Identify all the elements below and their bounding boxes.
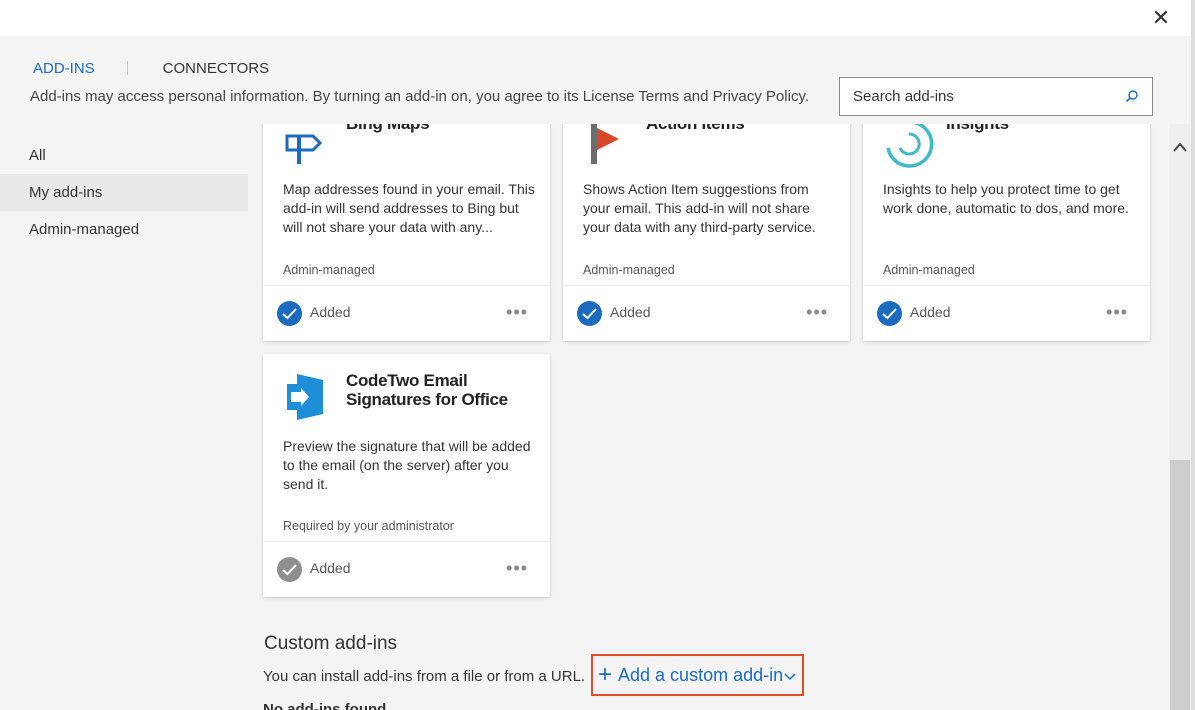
insights-icon	[886, 124, 934, 168]
chevron-down-icon	[784, 672, 796, 680]
addin-meta: Admin-managed	[583, 263, 675, 277]
sidebar-item-admin-managed[interactable]: Admin-managed	[0, 211, 248, 248]
add-custom-add-in-label: Add a custom add-in	[618, 664, 784, 685]
search-input[interactable]	[840, 78, 1110, 115]
addin-card-bing-maps[interactable]: Bing Maps Map addresses found in your em…	[263, 124, 550, 341]
more-options-icon[interactable]: •••	[506, 302, 528, 323]
more-options-icon[interactable]: •••	[506, 558, 528, 579]
addin-card-codetwo[interactable]: CodeTwo Email Signatures for Office Prev…	[263, 354, 550, 597]
search-box[interactable]	[839, 77, 1153, 116]
sidebar: All My add-ins Admin-managed	[0, 137, 248, 248]
addin-meta: Required by your administrator	[283, 519, 454, 533]
addin-title: CodeTwo Email Signatures for Office	[346, 371, 508, 409]
title-bar: ✕	[0, 0, 1195, 36]
added-check-toggle[interactable]	[577, 301, 602, 326]
no-add-ins-message: No add-ins found	[263, 701, 387, 710]
checkmark-icon	[882, 308, 897, 320]
close-button[interactable]: ✕	[1149, 6, 1173, 30]
scrollbar[interactable]	[1169, 124, 1191, 710]
custom-add-ins-description: You can install add-ins from a file or f…	[263, 668, 586, 685]
added-check-toggle[interactable]	[877, 301, 902, 326]
flag-icon	[591, 124, 619, 164]
addin-card-action-items[interactable]: Action Items Shows Action Item suggestio…	[563, 124, 850, 341]
addin-title-line1: CodeTwo Email	[346, 371, 468, 390]
plus-icon: +	[598, 661, 613, 688]
addin-card-insights[interactable]: Insights Insights to help you protect ti…	[863, 124, 1150, 341]
checkmark-icon	[282, 308, 297, 320]
addin-description: Map addresses found in your email. This …	[283, 181, 535, 235]
tab-connectors[interactable]: CONNECTORS	[163, 60, 269, 77]
addin-footer: Added •••	[563, 285, 850, 341]
added-check-toggle[interactable]	[277, 557, 302, 582]
checkmark-icon	[282, 564, 297, 576]
addin-title-line2: Signatures for Office	[346, 390, 508, 409]
addin-footer: Added •••	[263, 541, 550, 597]
addin-title: Insights	[946, 124, 1009, 133]
addin-footer: Added •••	[263, 285, 550, 341]
addin-description: Preview the signature that will be added…	[283, 438, 531, 492]
sidebar-item-my-add-ins[interactable]: My add-ins	[0, 174, 248, 211]
added-status: Added	[610, 304, 651, 320]
tab-divider	[126, 61, 128, 75]
added-status: Added	[310, 560, 351, 576]
addin-footer: Added •••	[863, 285, 1150, 341]
addin-title: Action Items	[646, 124, 745, 133]
addin-meta: Admin-managed	[883, 263, 975, 277]
scrollbar-thumb[interactable]	[1170, 460, 1190, 710]
more-options-icon[interactable]: •••	[806, 302, 828, 323]
codetwo-icon	[287, 374, 323, 420]
added-status: Added	[310, 304, 351, 320]
sidebar-item-all[interactable]: All	[0, 137, 248, 174]
checkmark-icon	[582, 308, 597, 320]
search-icon[interactable]	[1125, 89, 1139, 103]
addin-title: Bing Maps	[346, 124, 430, 133]
addin-meta: Admin-managed	[283, 263, 375, 277]
chevron-up-icon[interactable]	[1173, 142, 1187, 152]
tab-add-ins[interactable]: ADD-INS	[33, 60, 95, 77]
added-check-toggle[interactable]	[277, 301, 302, 326]
more-options-icon[interactable]: •••	[1106, 302, 1128, 323]
add-custom-add-in-button[interactable]: + Add a custom add-in	[591, 654, 804, 696]
tab-bar: ADD-INS CONNECTORS	[33, 58, 269, 78]
privacy-notice: Add-ins may access personal information.…	[30, 88, 809, 105]
window-edge	[1191, 0, 1195, 710]
added-status: Added	[910, 304, 951, 320]
addin-description: Insights to help you protect time to get…	[883, 181, 1129, 216]
add-ins-dialog: ✕ ADD-INS CONNECTORS Add-ins may access …	[0, 0, 1195, 710]
custom-add-ins-heading: Custom add-ins	[264, 633, 398, 654]
add-ins-list: Bing Maps Map addresses found in your em…	[250, 124, 1168, 710]
addin-description: Shows Action Item suggestions from your …	[583, 181, 816, 235]
signpost-icon	[285, 134, 323, 164]
